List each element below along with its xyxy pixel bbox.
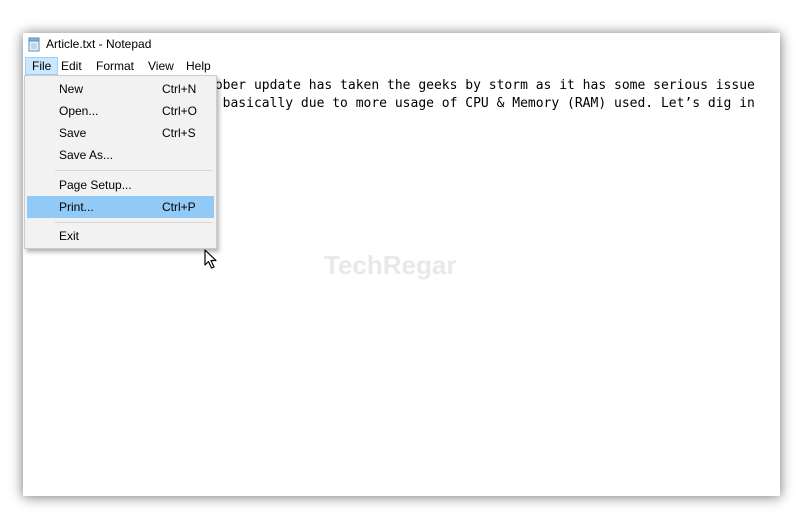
menu-item-label: Exit xyxy=(59,229,80,243)
menu-view[interactable]: View xyxy=(142,57,180,75)
title-bar[interactable]: Article.txt - Notepad xyxy=(23,33,780,57)
menu-item-shortcut: Ctrl+O xyxy=(162,104,198,118)
menu-bar: File Edit Format View Help xyxy=(23,56,780,76)
menu-item-shortcut: Ctrl+N xyxy=(162,82,197,96)
menu-item-label: New xyxy=(59,82,84,96)
menu-item-label: Save As... xyxy=(59,148,114,162)
menu-item-label: Open... xyxy=(59,104,99,118)
menu-item-shortcut: Ctrl+P xyxy=(162,200,196,214)
menu-item-print[interactable]: Print... Ctrl+P xyxy=(27,196,214,218)
menu-item-new[interactable]: New Ctrl+N xyxy=(27,78,214,100)
editor-line-2: s basically due to more usage of CPU & M… xyxy=(207,96,755,111)
watermark: TechRegar xyxy=(324,250,457,280)
menu-item-shortcut: Ctrl+S xyxy=(162,126,196,140)
window-title: Article.txt - Notepad xyxy=(46,37,152,51)
file-menu-dropdown: New Ctrl+N Open... Ctrl+O Save Ctrl+S Sa… xyxy=(24,75,217,269)
menu-format[interactable]: Format xyxy=(90,57,140,75)
menu-separator xyxy=(55,222,212,223)
menu-separator xyxy=(55,170,212,171)
menu-edit[interactable]: Edit xyxy=(55,57,88,75)
menu-item-page-setup[interactable]: Page Setup... xyxy=(27,174,214,196)
menu-item-exit[interactable]: Exit xyxy=(27,225,214,247)
editor-line-1: tober update has taken the geeks by stor… xyxy=(207,78,755,93)
menu-item-label: Save xyxy=(59,126,87,140)
menu-item-save-as[interactable]: Save As... xyxy=(27,144,214,166)
menu-help[interactable]: Help xyxy=(180,57,217,75)
notepad-window: Article.txt - Notepad File Edit Format V… xyxy=(23,33,780,496)
menu-item-open[interactable]: Open... Ctrl+O xyxy=(27,100,214,122)
menu-item-save[interactable]: Save Ctrl+S xyxy=(27,122,214,144)
mouse-pointer-icon xyxy=(204,249,217,269)
menu-item-label: Print... xyxy=(59,200,94,214)
menu-item-label: Page Setup... xyxy=(59,178,132,192)
notepad-icon xyxy=(28,37,40,52)
menu-file[interactable]: File xyxy=(25,57,59,75)
